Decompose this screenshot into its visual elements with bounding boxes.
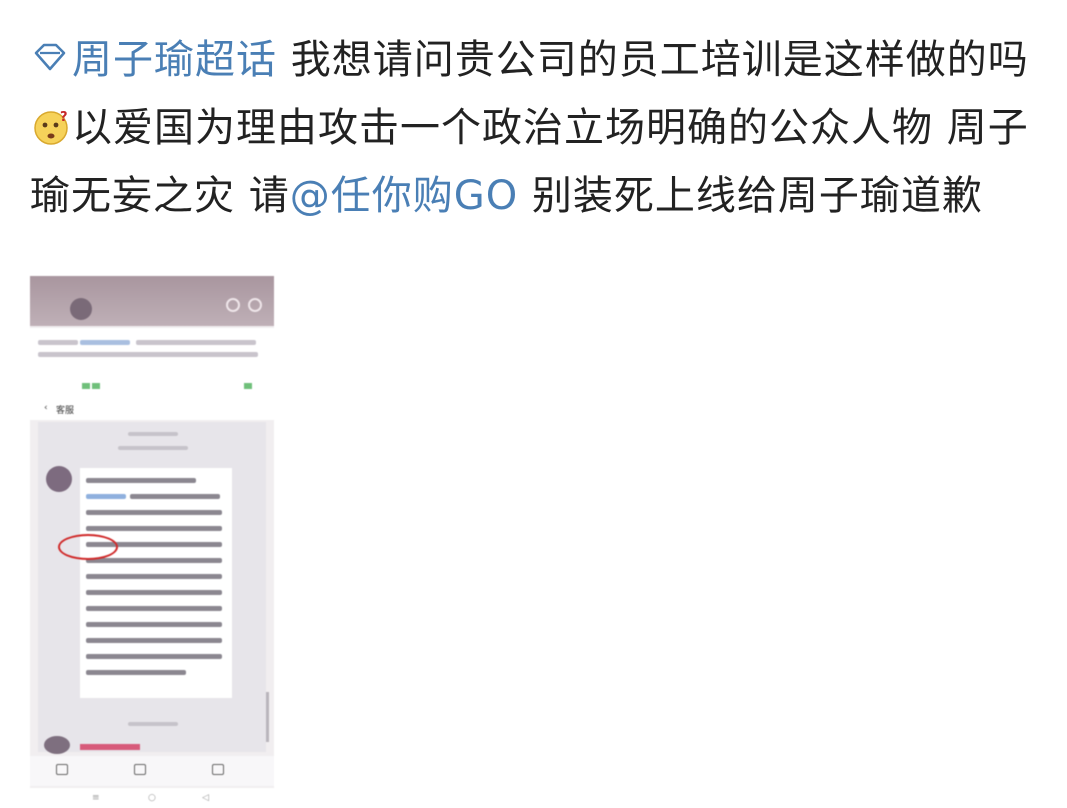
screenshot-notice-block xyxy=(30,328,274,376)
user-mention-link[interactable]: @任你购GO xyxy=(290,173,518,219)
screenshot-next-name xyxy=(80,744,140,750)
topic-label: 周子瑜超话 xyxy=(72,37,277,83)
screenshot-comment-icon xyxy=(134,764,146,775)
embedded-screenshot-image[interactable]: ‹ 客服 ≡ ○ ◁ xyxy=(30,276,274,808)
screenshot-action-bar xyxy=(30,756,274,786)
screenshot-message-avatar xyxy=(46,466,72,492)
screenshot-back-icon: ‹ xyxy=(44,403,48,413)
diamond-icon xyxy=(34,43,66,71)
post-body-part3: 别装死上线给周子瑜道歉 xyxy=(518,173,983,219)
screenshot-share-icon xyxy=(56,764,68,775)
svg-text:?: ? xyxy=(60,110,69,125)
screenshot-next-avatar xyxy=(44,736,70,754)
screenshot-top-bar xyxy=(30,276,274,326)
red-annotation-circle xyxy=(58,534,118,560)
screenshot-bell-icon xyxy=(226,298,240,312)
screenshot-chat-avatar xyxy=(70,298,92,320)
screenshot-menu-key-icon: ≡ xyxy=(92,793,100,803)
post-body-part1: 我想请问贵公司的员工培训是这样做的吗 xyxy=(290,37,1029,83)
screenshot-back-key-icon: ◁ xyxy=(202,793,209,803)
screenshot-status-bar xyxy=(30,376,274,398)
screenshot-nav-label: 客服 xyxy=(56,406,75,416)
screenshot-soft-keys: ≡ ○ ◁ xyxy=(30,788,274,808)
screenshot-like-icon xyxy=(212,764,224,775)
screenshot-more-icon xyxy=(248,298,262,312)
screenshot-home-key-icon: ○ xyxy=(148,793,156,803)
screenshot-chat-area xyxy=(38,422,269,752)
screenshot-nav-bar: ‹ 客服 xyxy=(30,398,274,420)
confused-face-emoji-icon: ? xyxy=(34,110,69,145)
post-text: 周子瑜超话 我想请问贵公司的员工培训是这样做的吗 ? 以爱国为理由攻击一个政治立… xyxy=(30,26,1040,230)
topic-link[interactable]: 周子瑜超话 xyxy=(30,37,291,83)
screenshot-message-bubble xyxy=(80,468,232,698)
screenshot-scrollbar xyxy=(266,692,269,742)
